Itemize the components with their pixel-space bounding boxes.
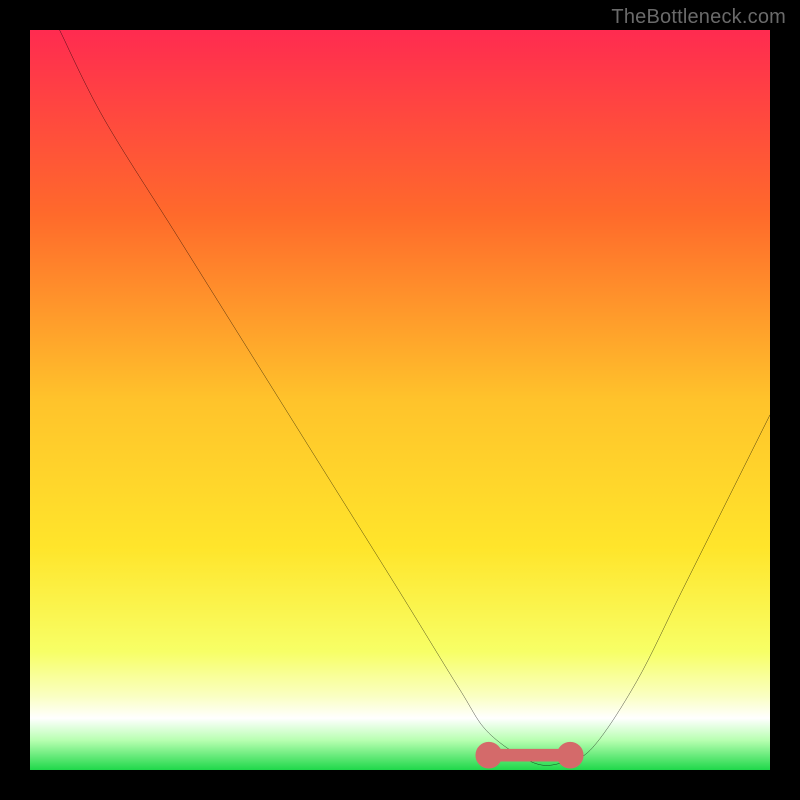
curve-line: [60, 30, 770, 765]
valley-highlight-segment: [482, 748, 577, 762]
plot-curve-layer: [30, 30, 770, 770]
plot-frame: [30, 30, 770, 770]
watermark-text: TheBottleneck.com: [611, 6, 786, 29]
